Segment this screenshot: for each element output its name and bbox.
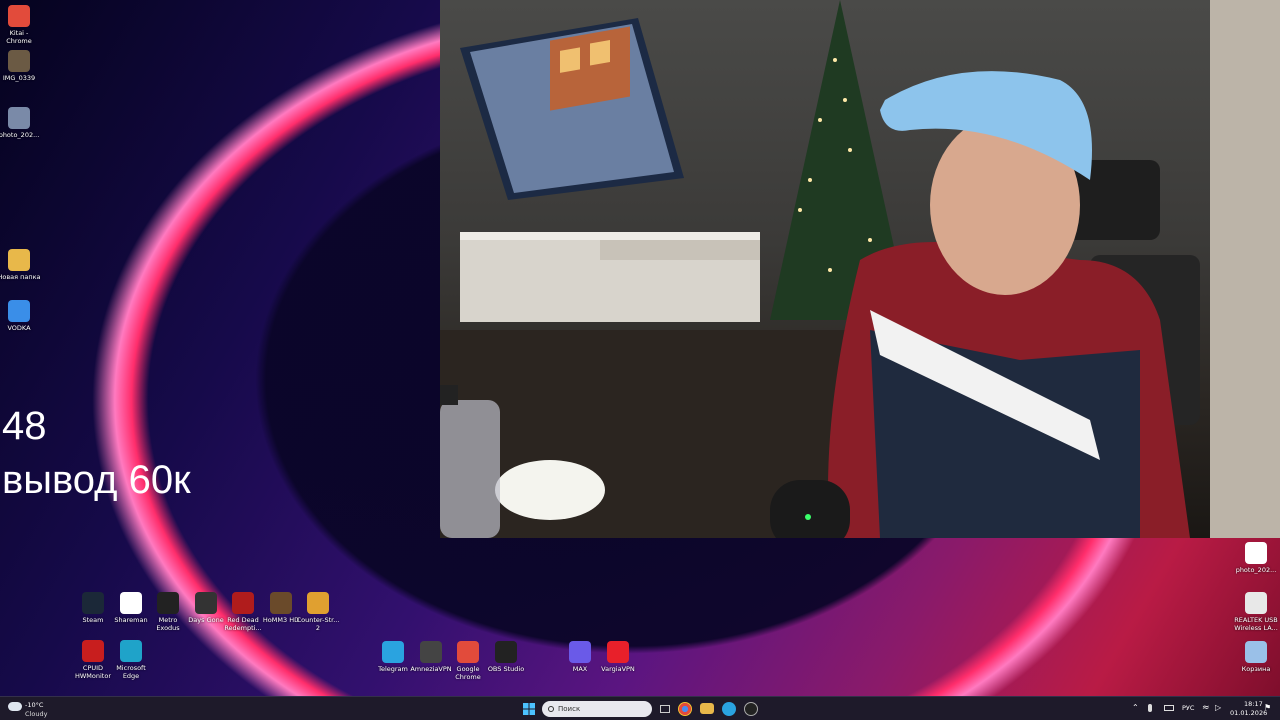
overlay-withdraw-text: вывод 60к — [2, 458, 191, 502]
days-gone-icon — [195, 592, 217, 614]
vpn-icon — [607, 641, 629, 663]
recycle-bin-shortcut[interactable]: Корзина — [1234, 641, 1278, 673]
folder-shortcut[interactable]: Новая папка — [0, 249, 41, 281]
realtek-icon — [1245, 592, 1267, 614]
shortcut-label: IMG_0339 — [2, 74, 36, 82]
shortcut-label: photo_202... — [0, 131, 40, 139]
shortcut-label: HoMM3 HD — [262, 616, 300, 624]
task-view-icon[interactable] — [656, 700, 674, 718]
taskbar-chrome-icon[interactable] — [678, 702, 692, 716]
qr-photo-icon — [1245, 542, 1267, 564]
taskbar-explorer-icon[interactable] — [700, 703, 714, 714]
chevron-up-icon[interactable]: ⌃ — [1132, 703, 1139, 712]
microphone-tray-icon[interactable] — [1148, 704, 1152, 712]
shortcut-label: Google Chrome — [455, 665, 481, 681]
shortcut-label: Корзина — [1241, 665, 1271, 673]
overlay-counter: 48 — [2, 404, 47, 448]
homm3-icon — [270, 592, 292, 614]
start-button[interactable] — [520, 700, 538, 718]
taskbar-search[interactable]: Поиск — [542, 701, 652, 717]
shortcut-label: Days Gone — [188, 616, 224, 624]
kitai-chrome-icon — [8, 5, 30, 27]
steam-icon — [82, 592, 104, 614]
photo-shortcut[interactable]: photo_202... — [0, 107, 41, 139]
shortcut-label: photo_202... — [1235, 566, 1277, 574]
volume-icon[interactable]: ▷ — [1215, 703, 1221, 712]
weather-widget[interactable]: -10°C Cloudy — [8, 699, 68, 719]
weather-temp: -10°C — [25, 701, 44, 709]
shortcut-label: VargiaVPN — [601, 665, 635, 673]
img-0339-icon — [8, 50, 30, 72]
vodka-icon — [8, 300, 30, 322]
microphone — [770, 480, 850, 538]
shortcut-label: Microsoft Edge — [116, 664, 146, 680]
cs2-icon — [307, 592, 329, 614]
amneziavpn-icon — [420, 641, 442, 663]
search-icon — [548, 706, 554, 712]
photo-icon — [8, 107, 30, 129]
shortcut-label: VODKA — [7, 324, 31, 332]
shortcut-label: Red Dead Redempti... — [224, 616, 262, 632]
vpn-shortcut[interactable]: VargiaVPN — [596, 641, 640, 673]
webcam-scene — [440, 0, 1280, 538]
shortcut-label: Telegram — [378, 665, 408, 673]
telegram-icon — [382, 641, 404, 663]
metro-exodus-icon — [157, 592, 179, 614]
shortcut-label: Kitai - Chrome — [6, 29, 32, 45]
keyboard-tray-icon[interactable] — [1164, 705, 1174, 711]
taskbar-telegram-icon[interactable] — [722, 702, 736, 716]
shortcut-label: OBS Studio — [487, 665, 525, 673]
recycle-bin-icon — [1245, 641, 1267, 663]
shareman-icon — [120, 592, 142, 614]
qr-photo-shortcut[interactable]: photo_202... — [1234, 542, 1278, 574]
shortcut-label: MAX — [572, 665, 588, 673]
google-chrome-icon — [457, 641, 479, 663]
clock-date[interactable]: 01.01.2026 — [1230, 709, 1267, 717]
img-0339-shortcut[interactable]: IMG_0339 — [0, 50, 41, 82]
edge-shortcut[interactable]: Microsoft Edge — [109, 640, 153, 680]
shortcut-label: Metro Exodus — [156, 616, 180, 632]
shortcut-label: CPUID HWMonitor — [74, 664, 112, 680]
language-indicator[interactable]: РУС — [1182, 704, 1194, 712]
shortcut-label: Counter-Str... 2 — [296, 616, 340, 632]
wifi-icon[interactable]: ≈ — [1202, 703, 1210, 713]
taskbar: -10°C Cloudy Поиск ⌃ РУС ≈ ▷ 18:17 01.01… — [0, 696, 1280, 720]
shortcut-label: REALTEK USB Wireless LA... — [1234, 616, 1278, 632]
search-placeholder: Поиск — [558, 705, 581, 713]
shortcut-label: Shareman — [114, 616, 148, 624]
obs-icon — [495, 641, 517, 663]
edge-icon — [120, 640, 142, 662]
folder-icon — [8, 249, 30, 271]
shortcut-label: Новая папка — [0, 273, 41, 281]
cs2-shortcut[interactable]: Counter-Str... 2 — [296, 592, 340, 632]
taskbar-obs-icon[interactable] — [744, 702, 758, 716]
rdr-icon — [232, 592, 254, 614]
cpuid-icon — [82, 640, 104, 662]
realtek-shortcut[interactable]: REALTEK USB Wireless LA... — [1234, 592, 1278, 632]
cloud-icon — [8, 702, 22, 711]
weather-desc: Cloudy — [25, 710, 48, 718]
max-icon — [569, 641, 591, 663]
shortcut-label: Steam — [82, 616, 104, 624]
webcam-feed — [440, 0, 1280, 538]
notification-bell-icon[interactable]: ⚑ — [1264, 703, 1271, 712]
windows-icon — [523, 703, 535, 715]
obs-shortcut[interactable]: OBS Studio — [484, 641, 528, 673]
kitai-chrome-shortcut[interactable]: Kitai - Chrome — [0, 5, 41, 45]
clock-time[interactable]: 18:17 — [1244, 700, 1263, 708]
vodka-shortcut[interactable]: VODKA — [0, 300, 41, 332]
